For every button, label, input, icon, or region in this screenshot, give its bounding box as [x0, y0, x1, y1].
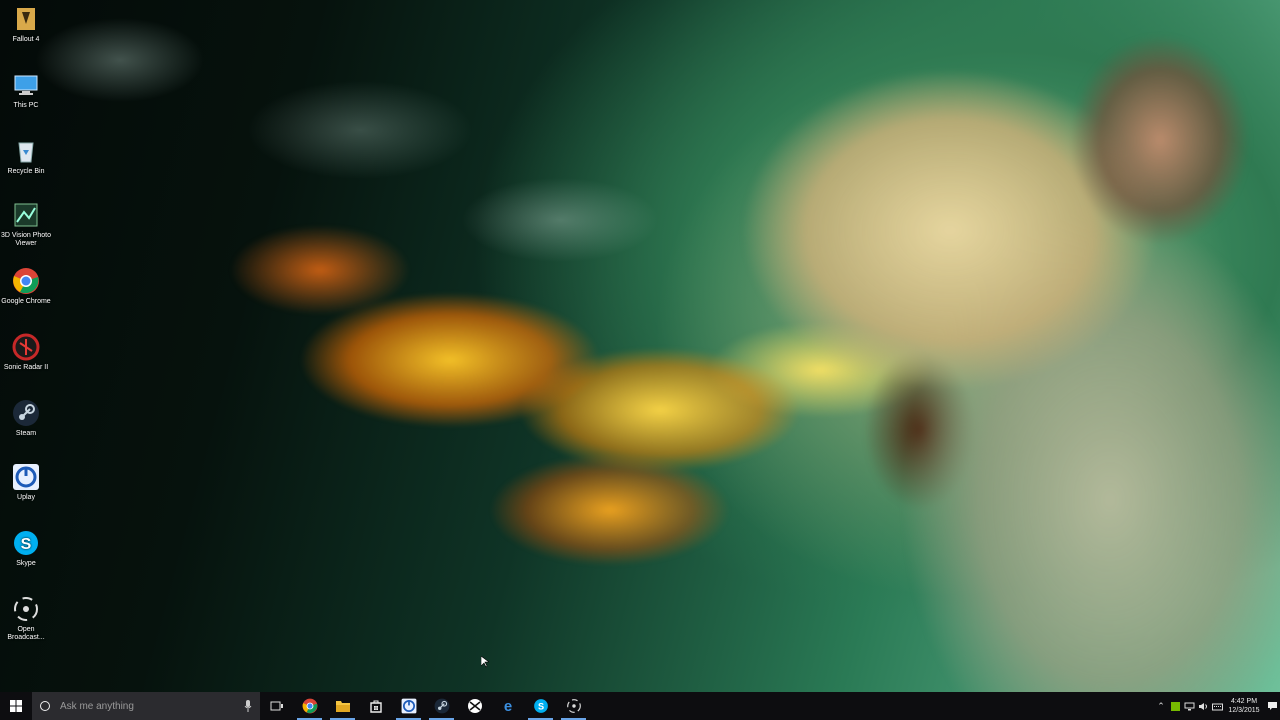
keyboard-icon — [1211, 703, 1223, 710]
svg-text:S: S — [21, 536, 32, 553]
mouse-cursor — [480, 655, 490, 673]
desktop-icon-this-pc[interactable]: This PC — [0, 70, 52, 110]
desktop-icon-label: Sonic Radar II — [3, 364, 49, 371]
taskbar: e S ⌃ 4:42 PM 12/3/2015 — [0, 692, 1280, 720]
edge-icon: e — [503, 698, 511, 714]
desktop-icon-uplay[interactable]: Uplay — [0, 462, 52, 502]
taskbar-app-edge[interactable]: e — [491, 692, 524, 720]
desktop-icon-recycle-bin[interactable]: Recycle Bin — [0, 136, 52, 176]
taskbar-app-obs[interactable] — [557, 692, 590, 720]
wallpaper-cat — [690, 20, 1280, 692]
desktop-icon-label: 3D Vision Photo Viewer — [0, 232, 52, 247]
show-hidden-icons-button[interactable]: ⌃ — [1154, 692, 1168, 720]
desktop-icon-chrome[interactable]: Google Chrome — [0, 266, 52, 306]
start-button[interactable] — [0, 692, 32, 720]
desktop-icon-3d-vision[interactable]: 3D Vision Photo Viewer — [0, 200, 52, 248]
network-button[interactable] — [1182, 692, 1196, 720]
task-view-button[interactable] — [260, 692, 293, 720]
desktop-icon-label: Google Chrome — [1, 298, 51, 305]
sonic-radar-icon — [11, 332, 41, 362]
clock-date: 12/3/2015 — [1228, 707, 1260, 714]
desktop-icon-label: Recycle Bin — [7, 168, 45, 175]
xbox-icon — [467, 699, 482, 713]
file-explorer-icon — [335, 701, 350, 712]
svg-text:e: e — [503, 698, 511, 714]
skype-icon: S — [533, 699, 548, 713]
uplay-icon — [401, 698, 416, 714]
photo-viewer-icon — [11, 200, 41, 230]
obs-icon — [11, 594, 41, 624]
cortana-icon — [40, 701, 50, 711]
desktop-icon-label: Uplay — [17, 494, 35, 501]
chrome-icon — [11, 266, 41, 296]
desktop-icon-label: This PC — [13, 102, 39, 109]
system-tray: ⌃ 4:42 PM 12/3/2015 — [1154, 692, 1280, 720]
desktop-icon-fallout[interactable]: Fallout 4 — [0, 4, 52, 44]
taskbar-app-file-explorer[interactable] — [326, 692, 359, 720]
steam-icon — [434, 698, 449, 714]
chrome-icon — [302, 698, 317, 714]
desktop-wallpaper — [0, 0, 1280, 692]
skype-icon: S — [11, 528, 41, 558]
taskbar-app-store[interactable] — [359, 692, 392, 720]
desktop-icon-label: Skype — [16, 560, 36, 567]
speaker-icon — [1198, 702, 1207, 710]
taskbar-app-xbox[interactable] — [458, 692, 491, 720]
desktop-icon-skype[interactable]: S Skype — [0, 528, 52, 568]
svg-text:S: S — [537, 701, 543, 711]
desktop-icon-label: Open Broadcast... — [7, 626, 45, 641]
desktop-icon-steam[interactable]: Steam — [0, 398, 52, 438]
task-view-icon — [270, 701, 283, 711]
taskbar-app-steam[interactable] — [425, 692, 458, 720]
clock-time: 4:42 PM — [1230, 698, 1258, 705]
cortana-search-box[interactable] — [32, 692, 260, 720]
microphone-icon[interactable] — [244, 700, 252, 712]
uplay-icon — [11, 462, 41, 492]
tray-app-button[interactable] — [1168, 692, 1182, 720]
keyboard-button[interactable] — [1210, 692, 1224, 720]
taskbar-app-skype[interactable]: S — [524, 692, 557, 720]
windows-logo-icon — [10, 700, 22, 712]
taskbar-app-chrome[interactable] — [293, 692, 326, 720]
shortcut-icon — [11, 4, 41, 34]
desktop-icon-label: Fallout 4 — [12, 36, 40, 43]
volume-button[interactable] — [1196, 692, 1210, 720]
clock-button[interactable]: 4:42 PM 12/3/2015 — [1224, 697, 1264, 715]
obs-icon — [566, 699, 581, 713]
network-icon — [1184, 702, 1194, 710]
taskbar-app-uplay[interactable] — [392, 692, 425, 720]
recycle-bin-icon — [11, 136, 41, 166]
search-input[interactable] — [58, 699, 244, 713]
desktop-icon-sonic-radar[interactable]: Sonic Radar II — [0, 332, 52, 372]
nvidia-icon — [1170, 701, 1180, 711]
store-icon — [369, 700, 382, 713]
notification-icon — [1267, 702, 1277, 710]
computer-icon — [11, 70, 41, 100]
chevron-up-icon: ⌃ — [1157, 700, 1165, 711]
desktop-icon-label: Steam — [15, 430, 37, 437]
desktop-icon-obs[interactable]: Open Broadcast... — [0, 594, 52, 642]
action-center-button[interactable] — [1264, 692, 1280, 720]
steam-icon — [11, 398, 41, 428]
